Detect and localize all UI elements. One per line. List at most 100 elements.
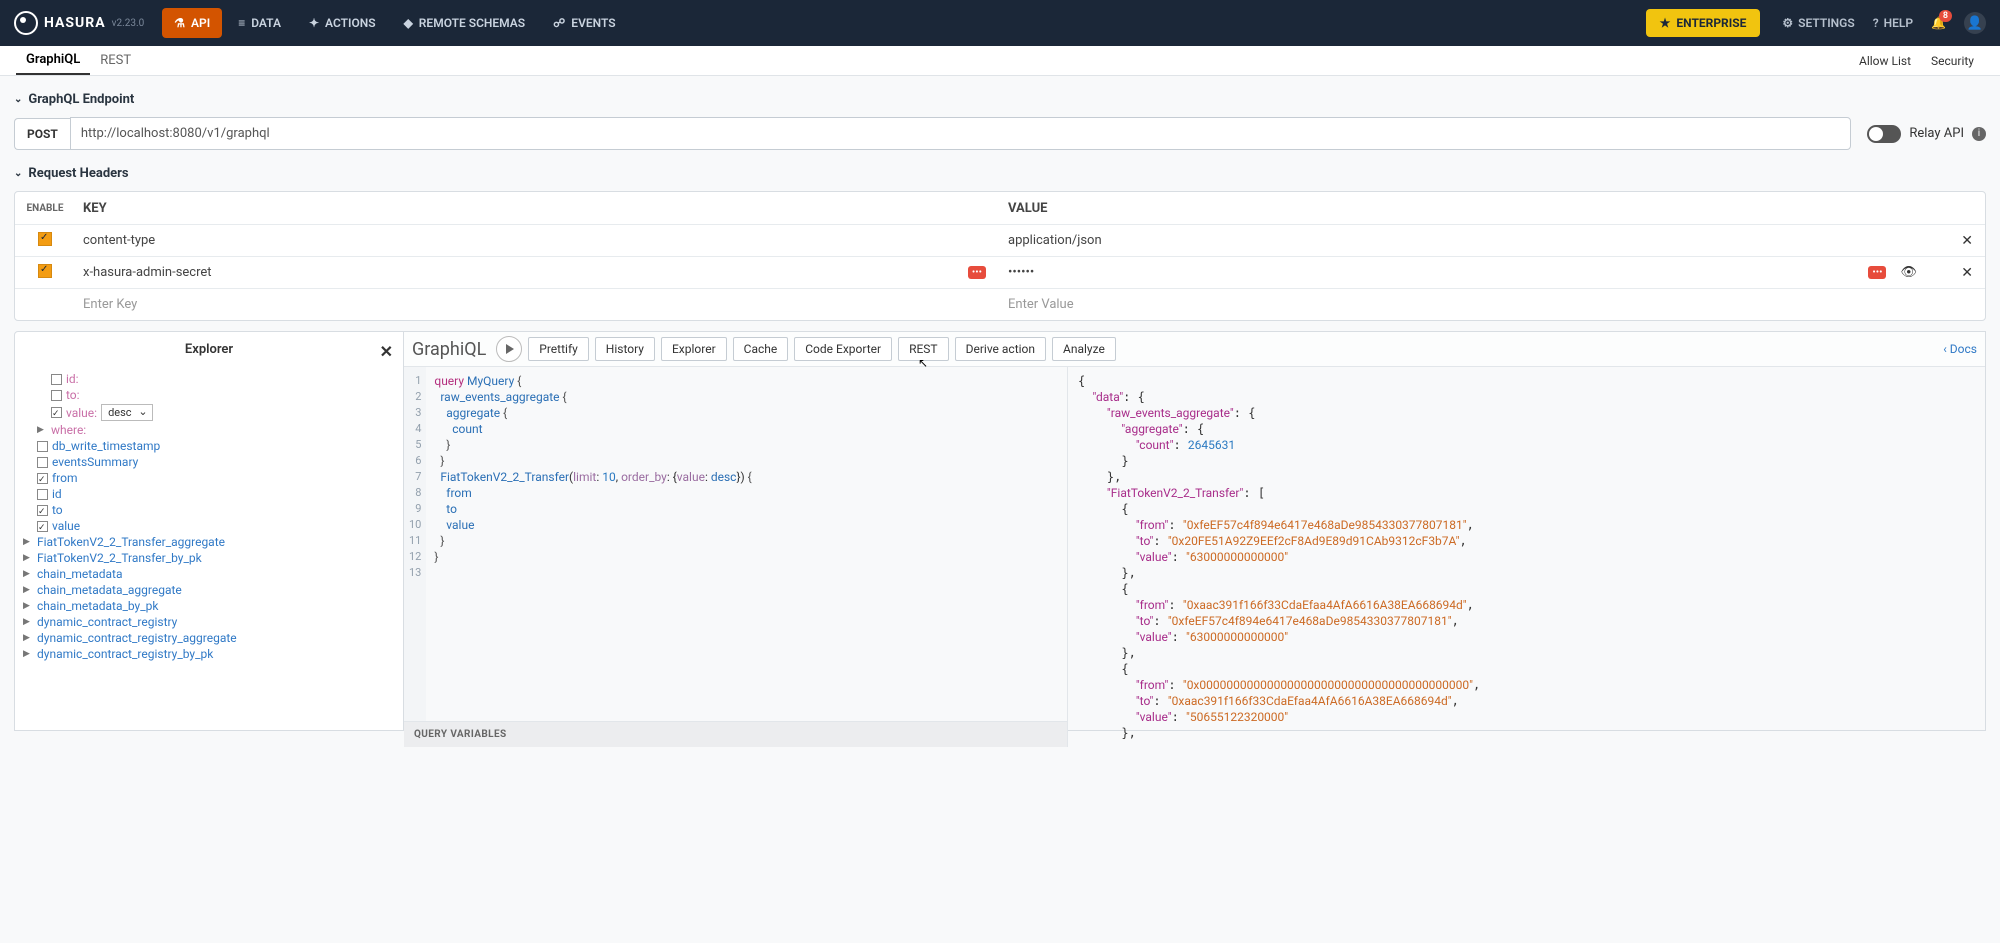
field-value[interactable]: value: bbox=[66, 406, 97, 420]
endpoint-section-toggle[interactable]: ⌄ GraphQL Endpoint bbox=[14, 86, 1986, 113]
root-field[interactable]: dynamic_contract_registry_aggregate bbox=[37, 631, 237, 645]
close-explorer-button[interactable]: ✕ bbox=[380, 342, 393, 361]
field-id[interactable]: id: bbox=[66, 372, 79, 386]
endpoint-section-label: GraphQL Endpoint bbox=[28, 92, 134, 107]
endpoint-input[interactable] bbox=[70, 117, 1852, 150]
expand-icon[interactable]: ▶ bbox=[23, 537, 33, 547]
explorer-button[interactable]: Explorer bbox=[661, 337, 727, 361]
header-value[interactable]: •••••• bbox=[1008, 265, 1034, 280]
logo[interactable]: HASURA bbox=[14, 11, 106, 35]
field-item[interactable]: eventsSummary bbox=[52, 455, 138, 469]
header-value-input[interactable]: Enter Value bbox=[1000, 291, 1925, 318]
user-menu[interactable]: 👤 bbox=[1964, 12, 1986, 34]
hasura-logo-icon bbox=[14, 11, 38, 35]
header-key[interactable]: x-hasura-admin-secret••• bbox=[75, 259, 1000, 286]
expand-icon[interactable]: ▶ bbox=[23, 649, 33, 659]
history-button[interactable]: History bbox=[595, 337, 655, 361]
field-checkbox[interactable] bbox=[37, 457, 48, 468]
field-item[interactable]: to bbox=[52, 503, 63, 517]
field-item[interactable]: db_write_timestamp bbox=[52, 439, 160, 453]
root-field[interactable]: chain_metadata_by_pk bbox=[37, 599, 158, 613]
relay-label: Relay API bbox=[1909, 126, 1964, 141]
query-body[interactable]: query MyQuery { raw_events_aggregate { a… bbox=[426, 367, 759, 721]
header-row: content-type application/json ✕ bbox=[15, 224, 1985, 256]
field-checkbox[interactable] bbox=[51, 374, 62, 385]
expand-icon[interactable]: ▶ bbox=[23, 617, 33, 627]
expand-icon[interactable]: ▶ bbox=[23, 585, 33, 595]
nav-actions[interactable]: ✦ACTIONS bbox=[297, 8, 388, 38]
header-enable-checkbox[interactable] bbox=[38, 232, 52, 246]
field-checkbox[interactable] bbox=[37, 473, 48, 484]
chevron-down-icon: ⌄ bbox=[14, 94, 22, 105]
field-checkbox[interactable] bbox=[51, 390, 62, 401]
nav-events[interactable]: ☍EVENTS bbox=[541, 8, 627, 38]
relay-toggle[interactable] bbox=[1867, 125, 1901, 143]
nav-api[interactable]: ⚗API bbox=[162, 8, 222, 38]
root-field[interactable]: dynamic_contract_registry_by_pk bbox=[37, 647, 213, 661]
root-field[interactable]: dynamic_contract_registry bbox=[37, 615, 177, 629]
nav-help[interactable]: ?HELP bbox=[1873, 16, 1913, 30]
field-checkbox[interactable] bbox=[37, 505, 48, 516]
field-checkbox[interactable] bbox=[37, 521, 48, 532]
nav-right: ⚙SETTINGS ?HELP 🔔8 👤 bbox=[1782, 12, 1986, 34]
field-to[interactable]: to: bbox=[66, 388, 80, 402]
top-nav: HASURA v2.23.0 ⚗API ≡DATA ✦ACTIONS ◆REMO… bbox=[0, 0, 2000, 46]
query-variables-toggle[interactable]: QUERY VARIABLES bbox=[404, 721, 1067, 747]
col-enable: ENABLE bbox=[15, 197, 75, 220]
derive-action-button[interactable]: Derive action bbox=[955, 337, 1046, 361]
expand-icon[interactable]: ▶ bbox=[23, 569, 33, 579]
brand-label: HASURA bbox=[44, 15, 106, 31]
header-enable-checkbox[interactable] bbox=[38, 264, 52, 278]
col-key: KEY bbox=[75, 195, 1000, 222]
code-exporter-button[interactable]: Code Exporter bbox=[794, 337, 892, 361]
rest-button[interactable]: REST bbox=[898, 337, 949, 361]
expand-icon[interactable]: ▶ bbox=[23, 633, 33, 643]
headers-section-toggle[interactable]: ⌄ Request Headers bbox=[14, 160, 1986, 187]
notifications-button[interactable]: 🔔8 bbox=[1931, 16, 1946, 30]
field-item[interactable]: from bbox=[52, 471, 78, 485]
nav-settings[interactable]: ⚙SETTINGS bbox=[1782, 16, 1854, 30]
expand-icon[interactable]: ▶ bbox=[23, 553, 33, 563]
field-where[interactable]: where: bbox=[51, 423, 86, 437]
tab-security[interactable]: Security bbox=[1921, 46, 1984, 75]
gear-icon: ⚙ bbox=[1782, 16, 1793, 30]
expand-icon[interactable]: ▶ bbox=[37, 425, 47, 435]
analyze-button[interactable]: Analyze bbox=[1052, 337, 1116, 361]
root-field[interactable]: FiatTokenV2_2_Transfer_aggregate bbox=[37, 535, 225, 549]
field-checkbox[interactable] bbox=[37, 441, 48, 452]
prettify-button[interactable]: Prettify bbox=[528, 337, 589, 361]
field-item[interactable]: value bbox=[52, 519, 80, 533]
col-value: VALUE bbox=[1000, 195, 1925, 222]
cache-button[interactable]: Cache bbox=[733, 337, 789, 361]
tab-rest[interactable]: REST bbox=[90, 46, 141, 75]
nav-data[interactable]: ≡DATA bbox=[226, 8, 293, 38]
field-item[interactable]: id bbox=[52, 487, 62, 501]
root-field[interactable]: chain_metadata bbox=[37, 567, 122, 581]
secret-badge-icon: ••• bbox=[1868, 266, 1886, 279]
remove-header-button[interactable]: ✕ bbox=[1961, 265, 1973, 281]
result-pane[interactable]: { "data": { "raw_events_aggregate": { "a… bbox=[1068, 367, 1985, 747]
nav-remote-schemas[interactable]: ◆REMOTE SCHEMAS bbox=[392, 8, 538, 38]
headers-table: ENABLE KEY VALUE content-type applicatio… bbox=[14, 191, 1986, 321]
query-editor[interactable]: 12345678910111213 query MyQuery { raw_ev… bbox=[404, 367, 1068, 747]
header-key[interactable]: content-type bbox=[75, 227, 1000, 254]
remove-header-button[interactable]: ✕ bbox=[1961, 233, 1973, 249]
docs-button[interactable]: ‹Docs bbox=[1943, 342, 1977, 356]
enterprise-button[interactable]: ★ENTERPRISE bbox=[1646, 9, 1761, 37]
header-value[interactable]: application/json bbox=[1008, 233, 1102, 248]
run-query-button[interactable] bbox=[496, 336, 522, 362]
explorer-panel: Explorer ✕ id: to: value: desc ▶where: d… bbox=[14, 331, 404, 731]
field-checkbox[interactable] bbox=[37, 489, 48, 500]
headers-section-label: Request Headers bbox=[28, 166, 128, 181]
info-icon[interactable]: i bbox=[1972, 127, 1986, 141]
header-key-input[interactable]: Enter Key bbox=[75, 291, 1000, 318]
tab-graphiql[interactable]: GraphiQL bbox=[16, 46, 90, 75]
notifications-badge: 8 bbox=[1939, 10, 1952, 22]
root-field[interactable]: FiatTokenV2_2_Transfer_by_pk bbox=[37, 551, 202, 565]
tab-allow-list[interactable]: Allow List bbox=[1849, 46, 1921, 75]
order-select[interactable]: desc bbox=[101, 404, 152, 421]
root-field[interactable]: chain_metadata_aggregate bbox=[37, 583, 182, 597]
reveal-button[interactable]: 👁 bbox=[1900, 265, 1917, 280]
field-checkbox[interactable] bbox=[51, 407, 62, 418]
expand-icon[interactable]: ▶ bbox=[23, 601, 33, 611]
